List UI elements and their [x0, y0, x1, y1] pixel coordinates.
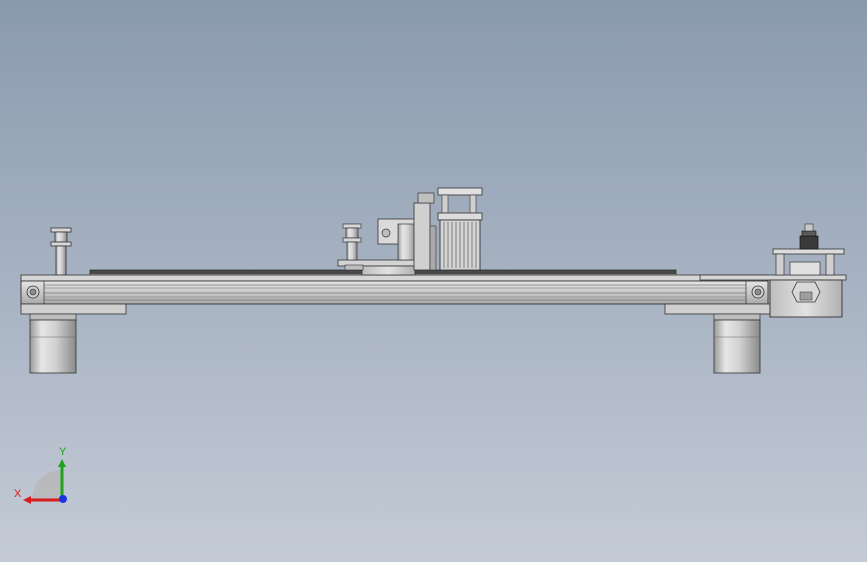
carriage-roller[interactable]	[342, 223, 362, 261]
z-axis-dot	[59, 495, 67, 503]
y-axis-head	[58, 459, 66, 467]
stepper-motor[interactable]	[437, 187, 483, 271]
cad-viewport[interactable]: Y X	[0, 0, 867, 562]
right-foot[interactable]	[713, 313, 761, 374]
view-orientation-triad: Y X	[14, 446, 67, 504]
left-end-screw	[26, 285, 40, 299]
triad-plane	[32, 470, 62, 500]
left-foot[interactable]	[29, 313, 77, 374]
x-axis-label: X	[14, 488, 22, 500]
right-end-screw	[751, 285, 765, 299]
y-axis-label: Y	[59, 446, 67, 458]
left-roller-support[interactable]	[50, 227, 72, 276]
x-axis-head	[23, 496, 31, 504]
carriage-upright-bracket[interactable]	[377, 192, 437, 271]
main-aluminium-rail[interactable]	[20, 274, 771, 315]
